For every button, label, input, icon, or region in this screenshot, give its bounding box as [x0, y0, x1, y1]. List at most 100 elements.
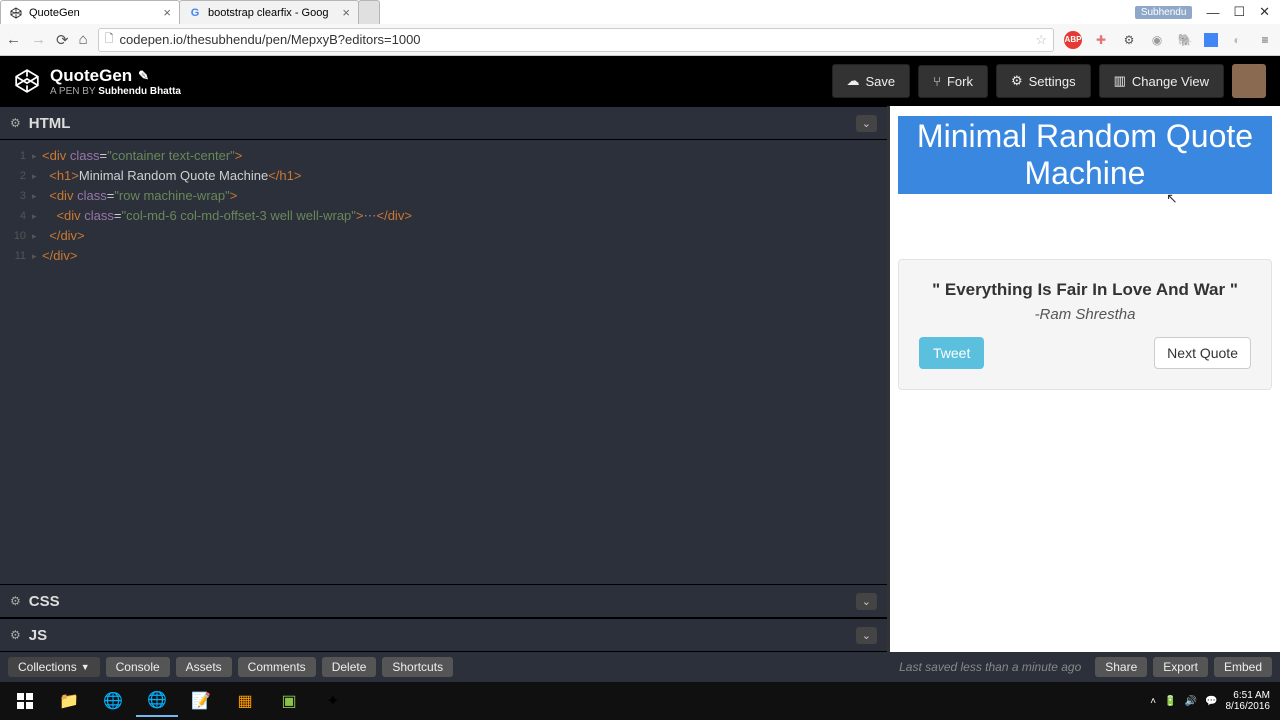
tab-title: QuoteGen: [29, 7, 80, 19]
chrome-user-chip[interactable]: Subhendu: [1135, 6, 1193, 19]
close-icon[interactable]: ×: [163, 5, 171, 20]
css-panel-header[interactable]: ⚙ CSS ⌄: [0, 584, 887, 618]
gear-icon[interactable]: ⚙: [10, 594, 21, 608]
star-icon[interactable]: ☆: [1035, 32, 1047, 48]
address-bar[interactable]: 🗋 codepen.io/thesubhendu/pen/MepxyB?edit…: [98, 28, 1054, 52]
pen-title-text: QuoteGen: [50, 66, 132, 86]
reload-icon[interactable]: ⟳: [56, 31, 69, 49]
code-line[interactable]: 10▸ </div>: [8, 226, 879, 246]
share-button[interactable]: Share: [1095, 657, 1147, 677]
app-icon[interactable]: 📝: [180, 685, 222, 717]
extension-icon[interactable]: ◉: [1148, 31, 1166, 49]
chrome-icon[interactable]: 🌐: [92, 685, 134, 717]
delete-button[interactable]: Delete: [322, 657, 377, 677]
fold-icon[interactable]: ▸: [32, 186, 42, 206]
chevron-down-icon[interactable]: ⌄: [856, 115, 877, 132]
url-text: codepen.io/thesubhendu/pen/MepxyB?editor…: [120, 32, 421, 47]
gear-icon[interactable]: ⚙: [10, 628, 21, 642]
code-text: <div class="col-md-6 col-md-offset-3 wel…: [42, 206, 412, 226]
save-button[interactable]: ☁Save: [832, 64, 911, 98]
collections-button[interactable]: Collections▼: [8, 657, 100, 677]
clock[interactable]: 6:51 AM 8/16/2016: [1226, 690, 1277, 712]
edit-icon[interactable]: ✎: [138, 68, 149, 84]
code-line[interactable]: 1▸<div class="container text-center">: [8, 146, 879, 166]
code-text: <div class="row machine-wrap">: [42, 186, 237, 206]
quote-author: -Ram Shrestha: [919, 306, 1251, 323]
shortcuts-button[interactable]: Shortcuts: [382, 657, 453, 677]
app-icon[interactable]: ▣: [268, 685, 310, 717]
browser-tab-active[interactable]: QuoteGen ×: [0, 0, 180, 24]
code-text: </div>: [42, 226, 85, 246]
gear-icon[interactable]: ⚙: [10, 116, 21, 130]
close-window-icon[interactable]: ✕: [1259, 4, 1270, 20]
cursor-icon: ↖: [1166, 190, 1280, 207]
assets-button[interactable]: Assets: [176, 657, 232, 677]
html-code-editor[interactable]: 1▸<div class="container text-center">2▸ …: [0, 140, 887, 584]
extension-icon[interactable]: [1204, 33, 1218, 47]
preview-pane: Minimal Random Quote Machine ↖ " Everyth…: [890, 106, 1280, 652]
codepen-logo-icon[interactable]: [14, 68, 40, 94]
code-line[interactable]: 11▸</div>: [8, 246, 879, 266]
fold-icon[interactable]: ▸: [32, 146, 42, 166]
fold-icon[interactable]: ▸: [32, 246, 42, 266]
fold-icon[interactable]: ▸: [32, 206, 42, 226]
browser-tab[interactable]: G bootstrap clearfix - Goog ×: [179, 0, 359, 24]
extension-icon[interactable]: ✚: [1092, 31, 1110, 49]
fork-button[interactable]: ⑂Fork: [918, 65, 988, 98]
panel-name: CSS: [29, 593, 60, 610]
app-icon[interactable]: ✦: [312, 685, 354, 717]
code-text: <div class="container text-center">: [42, 146, 242, 166]
avatar[interactable]: [1232, 64, 1266, 98]
browser-tabs: QuoteGen × G bootstrap clearfix - Goog ×: [0, 0, 379, 24]
close-icon[interactable]: ×: [342, 5, 350, 20]
code-line[interactable]: 2▸ <h1>Minimal Random Quote Machine</h1>: [8, 166, 879, 186]
tray-chevron-icon[interactable]: ˄: [1150, 696, 1156, 707]
chrome-icon[interactable]: 🌐: [136, 685, 178, 717]
extension-icon[interactable]: ◐: [1228, 31, 1246, 49]
file-explorer-icon[interactable]: 📁: [48, 685, 90, 717]
save-status: Last saved less than a minute ago: [899, 660, 1081, 674]
back-icon[interactable]: ←: [6, 31, 21, 48]
line-number: 10: [8, 226, 32, 246]
export-button[interactable]: Export: [1153, 657, 1208, 677]
start-button[interactable]: [4, 685, 46, 717]
windows-taskbar: 📁 🌐 🌐 📝 ▦ ▣ ✦ ˄ 🔋 🔊 💬 6:51 AM 8/16/2016: [0, 682, 1280, 720]
code-line[interactable]: 4▸ <div class="col-md-6 col-md-offset-3 …: [8, 206, 879, 226]
codepen-footer: Collections▼ Console Assets Comments Del…: [0, 652, 1280, 682]
chevron-down-icon[interactable]: ⌄: [856, 593, 877, 610]
embed-button[interactable]: Embed: [1214, 657, 1272, 677]
code-line[interactable]: 3▸ <div class="row machine-wrap">: [8, 186, 879, 206]
codepen-favicon: [9, 6, 23, 20]
fold-icon[interactable]: ▸: [32, 226, 42, 246]
comments-button[interactable]: Comments: [238, 657, 316, 677]
quote-well: " Everything Is Fair In Love And War " -…: [898, 259, 1272, 390]
minimize-icon[interactable]: —: [1206, 5, 1219, 20]
sublime-icon[interactable]: ▦: [224, 685, 266, 717]
panel-name: HTML: [29, 115, 71, 132]
home-icon[interactable]: ⌂: [79, 31, 88, 48]
adblock-icon[interactable]: ABP: [1064, 31, 1082, 49]
chevron-down-icon[interactable]: ⌄: [856, 627, 877, 644]
forward-icon[interactable]: →: [31, 31, 46, 48]
js-panel-header[interactable]: ⚙ JS ⌄: [0, 618, 887, 652]
pen-title[interactable]: QuoteGen ✎: [50, 66, 181, 86]
next-quote-button[interactable]: Next Quote: [1154, 337, 1251, 369]
maximize-icon[interactable]: ☐: [1233, 4, 1245, 20]
fork-icon: ⑂: [933, 74, 941, 89]
volume-icon[interactable]: 🔊: [1185, 696, 1197, 707]
console-button[interactable]: Console: [106, 657, 170, 677]
fold-icon[interactable]: ▸: [32, 166, 42, 186]
new-tab-button[interactable]: [358, 0, 380, 24]
gear-icon[interactable]: ⚙: [1120, 31, 1138, 49]
battery-icon[interactable]: 🔋: [1164, 696, 1176, 707]
change-view-button[interactable]: ▥Change View: [1099, 64, 1224, 98]
menu-icon[interactable]: ≡: [1256, 31, 1274, 49]
author-name[interactable]: Subhendu Bhatta: [98, 86, 181, 97]
chevron-down-icon: ▼: [81, 662, 90, 672]
evernote-icon[interactable]: 🐘: [1176, 31, 1194, 49]
html-panel-header[interactable]: ⚙ HTML ⌄: [0, 106, 887, 140]
tweet-button[interactable]: Tweet: [919, 337, 984, 369]
settings-button[interactable]: ⚙Settings: [996, 64, 1091, 98]
workspace: ⚙ HTML ⌄ 1▸<div class="container text-ce…: [0, 106, 1280, 652]
clock-date: 8/16/2016: [1226, 701, 1271, 712]
